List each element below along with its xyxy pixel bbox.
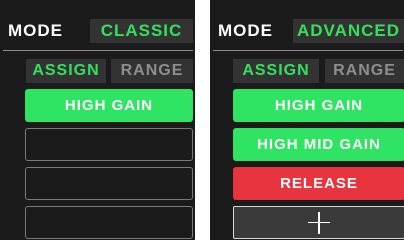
param-slot-empty[interactable] bbox=[25, 128, 193, 161]
param-slot-empty[interactable] bbox=[25, 206, 193, 239]
param-slot-release[interactable]: RELEASE bbox=[233, 167, 404, 200]
header-divider bbox=[213, 50, 403, 51]
param-slot-high-gain[interactable]: HIGH GAIN bbox=[25, 89, 193, 122]
param-slot-empty[interactable] bbox=[25, 167, 193, 200]
tab-assign[interactable]: ASSIGN bbox=[26, 59, 106, 83]
mode-selector[interactable]: CLASSIC bbox=[90, 19, 193, 43]
add-param-button[interactable] bbox=[233, 206, 404, 239]
advanced-mode-panel: MODE ADVANCED ASSIGN RANGE HIGH GAIN HIG… bbox=[210, 0, 404, 240]
tab-range[interactable]: RANGE bbox=[111, 59, 193, 83]
tab-range[interactable]: RANGE bbox=[325, 59, 404, 83]
classic-mode-panel: MODE CLASSIC ASSIGN RANGE HIGH GAIN bbox=[0, 0, 195, 240]
mode-label: MODE bbox=[218, 21, 273, 40]
tab-assign[interactable]: ASSIGN bbox=[233, 59, 319, 83]
param-slot-high-mid-gain[interactable]: HIGH MID GAIN bbox=[233, 128, 404, 161]
mode-selector[interactable]: ADVANCED bbox=[293, 19, 404, 43]
header-divider bbox=[3, 50, 193, 51]
plus-icon bbox=[308, 211, 330, 234]
param-slot-high-gain[interactable]: HIGH GAIN bbox=[233, 89, 404, 122]
mode-label: MODE bbox=[8, 21, 63, 40]
